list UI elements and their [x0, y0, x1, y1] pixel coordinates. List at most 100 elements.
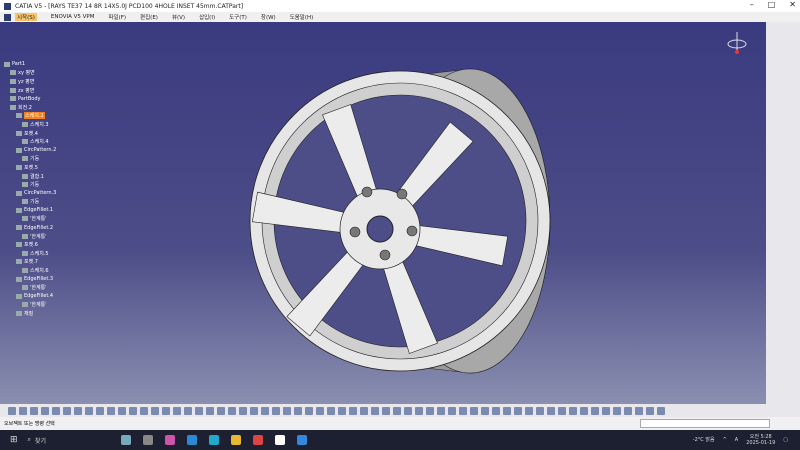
language-indicator[interactable]: A	[735, 437, 738, 443]
toolbar-button-icon[interactable]	[85, 406, 93, 415]
toolbar-button-icon[interactable]	[129, 406, 137, 415]
tree-node[interactable]: 회전.2	[4, 103, 56, 112]
toolbar-button-icon[interactable]	[371, 406, 379, 415]
toolbar-button-icon[interactable]	[140, 406, 148, 415]
tree-node[interactable]: CircPattern.2	[4, 146, 56, 155]
tree-node[interactable]: 스케치.4	[4, 137, 56, 146]
task-view-icon[interactable]	[142, 435, 153, 445]
toolbar-button-icon[interactable]	[393, 406, 401, 415]
toolbar-button-icon[interactable]	[349, 406, 357, 415]
tree-node[interactable]: xy 평면	[4, 69, 56, 78]
toolbar-button-icon[interactable]	[195, 406, 203, 415]
toolbar-button-icon[interactable]	[19, 406, 27, 415]
tree-node[interactable]: '한계통'	[4, 232, 56, 241]
toolbar-button-icon[interactable]	[96, 406, 104, 415]
toolbar-button-icon[interactable]	[305, 406, 313, 415]
tree-node[interactable]: '한계통'	[4, 283, 56, 292]
file-explorer-icon[interactable]	[230, 435, 241, 445]
minimize-button[interactable]: –	[750, 0, 754, 9]
menu-start[interactable]: 시작(S)	[15, 13, 37, 21]
notification-icon[interactable]: ▢	[783, 437, 788, 443]
app-menu-icon[interactable]	[4, 13, 11, 21]
toolbar-button-icon[interactable]	[646, 406, 654, 415]
toolbar-button-icon[interactable]	[569, 406, 577, 415]
menu-insert[interactable]: 삽입(I)	[199, 13, 215, 21]
tree-node[interactable]: 포켓.6	[4, 240, 56, 249]
toolbar-button-icon[interactable]	[657, 406, 665, 415]
tree-node[interactable]: EdgeFillet.2	[4, 223, 56, 232]
toolbar-button-icon[interactable]	[8, 406, 16, 415]
tree-node[interactable]: 스케치.3	[4, 120, 56, 129]
toolbar-button-icon[interactable]	[250, 406, 258, 415]
toolbar-button-icon[interactable]	[591, 406, 599, 415]
tree-node[interactable]: 기둥	[4, 155, 56, 164]
toolbar-button-icon[interactable]	[283, 406, 291, 415]
chrome-icon[interactable]	[252, 435, 263, 445]
menu-help[interactable]: 도움말(H)	[290, 13, 314, 21]
tray-chevron-icon[interactable]: ^	[723, 437, 727, 443]
tree-node[interactable]: 결합.1	[4, 172, 56, 181]
tree-node[interactable]: '한계통'	[4, 215, 56, 224]
tree-node[interactable]: PartBody	[4, 94, 56, 103]
tree-node[interactable]: 스케치.2	[4, 112, 56, 121]
tree-node[interactable]: 재질	[4, 309, 56, 318]
toolbar-button-icon[interactable]	[261, 406, 269, 415]
close-button[interactable]: ✕	[789, 0, 796, 9]
wheel-model[interactable]	[0, 22, 768, 404]
copilot-icon[interactable]	[164, 435, 175, 445]
tree-node[interactable]: 포켓.7	[4, 258, 56, 267]
catia-taskbar-icon[interactable]	[274, 435, 285, 445]
toolbar-button-icon[interactable]	[404, 406, 412, 415]
3d-viewport[interactable]	[0, 22, 768, 404]
toolbar-button-icon[interactable]	[536, 406, 544, 415]
menu-view[interactable]: 뷰(V)	[172, 13, 185, 21]
toolbar-button-icon[interactable]	[448, 406, 456, 415]
widgets-icon[interactable]	[120, 435, 131, 445]
tree-node[interactable]: 기둥	[4, 180, 56, 189]
toolbar-button-icon[interactable]	[459, 406, 467, 415]
toolbar-button-icon[interactable]	[316, 406, 324, 415]
toolbar-button-icon[interactable]	[547, 406, 555, 415]
toolbar-button-icon[interactable]	[162, 406, 170, 415]
toolbar-button-icon[interactable]	[294, 406, 302, 415]
command-input[interactable]	[640, 419, 770, 428]
taskbar-search[interactable]: 찾기	[35, 436, 115, 445]
tree-node[interactable]: 포켓.5	[4, 163, 56, 172]
toolbar-button-icon[interactable]	[613, 406, 621, 415]
tree-node[interactable]: zx 평면	[4, 86, 56, 95]
tree-node[interactable]: CircPattern.3	[4, 189, 56, 198]
toolbar-button-icon[interactable]	[217, 406, 225, 415]
toolbar-button-icon[interactable]	[360, 406, 368, 415]
toolbar-button-icon[interactable]	[580, 406, 588, 415]
toolbar-button-icon[interactable]	[558, 406, 566, 415]
tree-node[interactable]: '한계통'	[4, 301, 56, 310]
edge-icon[interactable]	[186, 435, 197, 445]
menu-window[interactable]: 창(W)	[261, 13, 276, 21]
paint-icon[interactable]	[296, 435, 307, 445]
toolbar-button-icon[interactable]	[173, 406, 181, 415]
toolbar-button-icon[interactable]	[206, 406, 214, 415]
windows-start-icon[interactable]: ⊞	[10, 435, 18, 445]
toolbar-button-icon[interactable]	[437, 406, 445, 415]
toolbar-button-icon[interactable]	[514, 406, 522, 415]
tree-node[interactable]: 스케치.6	[4, 266, 56, 275]
toolbar-button-icon[interactable]	[492, 406, 500, 415]
toolbar-button-icon[interactable]	[239, 406, 247, 415]
toolbar-button-icon[interactable]	[415, 406, 423, 415]
tree-node[interactable]: 포켓.4	[4, 129, 56, 138]
toolbar-button-icon[interactable]	[602, 406, 610, 415]
toolbar-button-icon[interactable]	[41, 406, 49, 415]
toolbar-button-icon[interactable]	[327, 406, 335, 415]
toolbar-button-icon[interactable]	[184, 406, 192, 415]
maximize-button[interactable]: □	[768, 0, 776, 9]
tree-node[interactable]: EdgeFillet.1	[4, 206, 56, 215]
app-icon[interactable]	[208, 435, 219, 445]
toolbar-button-icon[interactable]	[470, 406, 478, 415]
menu-edit[interactable]: 편집(E)	[140, 13, 158, 21]
tree-node[interactable]: EdgeFillet.3	[4, 275, 56, 284]
toolbar-button-icon[interactable]	[481, 406, 489, 415]
toolbar-button-icon[interactable]	[426, 406, 434, 415]
menu-enovia[interactable]: ENOVIA V5 VPM	[51, 14, 95, 20]
toolbar-button-icon[interactable]	[107, 406, 115, 415]
tree-node[interactable]: EdgeFillet.4	[4, 292, 56, 301]
